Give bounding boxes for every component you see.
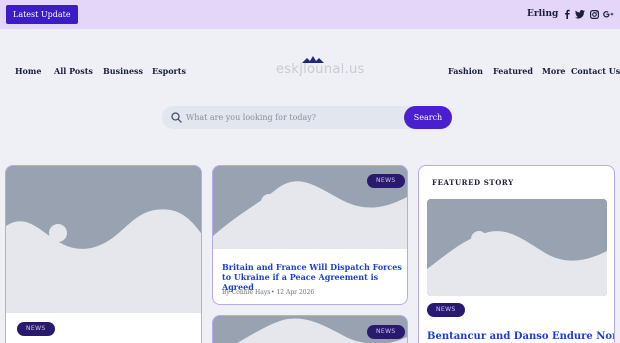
post-author: By Connie Hays bbox=[222, 289, 271, 296]
nav-business[interactable]: Business bbox=[103, 66, 143, 76]
top-bar: Latest Update Erling bbox=[0, 0, 620, 29]
nav-home[interactable]: Home bbox=[15, 66, 41, 76]
category-badge[interactable]: NEWS bbox=[367, 174, 405, 188]
nav-all-posts[interactable]: All Posts bbox=[54, 66, 93, 76]
post-date: • 12 Apr 2026 bbox=[271, 289, 315, 296]
nav-esports[interactable]: Esports bbox=[152, 66, 186, 76]
nav-featured[interactable]: Featured bbox=[493, 66, 533, 76]
nav-fashion[interactable]: Fashion bbox=[448, 66, 483, 76]
top-bar-text: Erling bbox=[527, 9, 559, 19]
logo-text: eskjlounal.us bbox=[276, 62, 365, 77]
category-badge[interactable]: NEWS bbox=[367, 325, 405, 339]
post-date-text: 12 Apr 2026 bbox=[276, 289, 315, 296]
featured-story-heading: FEATURED STORY bbox=[432, 178, 514, 187]
search-icon bbox=[171, 112, 182, 123]
post-image-placeholder bbox=[6, 166, 201, 313]
facebook-icon[interactable] bbox=[561, 8, 573, 20]
featured-story-panel: FEATURED STORY NEWS Bentancur and Danso … bbox=[418, 165, 615, 343]
latest-update-button[interactable]: Latest Update bbox=[6, 5, 78, 24]
category-badge[interactable]: NEWS bbox=[427, 303, 465, 317]
twitter-icon[interactable] bbox=[574, 8, 586, 20]
featured-title[interactable]: Bentancur and Danso Endure North bbox=[427, 331, 614, 342]
post-title[interactable]: Britain and France Will Dispatch Forces … bbox=[222, 262, 402, 292]
nav-contact-us[interactable]: Contact Us bbox=[571, 66, 620, 76]
post-card-2[interactable]: NEWS Britain and France Will Dispatch Fo… bbox=[212, 165, 408, 305]
post-card-3[interactable]: NEWS bbox=[212, 315, 408, 343]
site-logo[interactable]: eskjlounal.us bbox=[276, 56, 364, 86]
category-badge[interactable]: NEWS bbox=[17, 322, 55, 336]
nav-more[interactable]: More bbox=[542, 66, 566, 76]
search-bar: Search bbox=[162, 106, 452, 129]
instagram-icon[interactable] bbox=[588, 8, 600, 20]
search-button[interactable]: Search bbox=[404, 106, 452, 129]
google-plus-icon[interactable] bbox=[602, 8, 614, 20]
search-input[interactable] bbox=[186, 106, 396, 129]
post-card-1[interactable]: NEWS bbox=[5, 165, 202, 343]
featured-image-placeholder[interactable] bbox=[427, 199, 607, 296]
